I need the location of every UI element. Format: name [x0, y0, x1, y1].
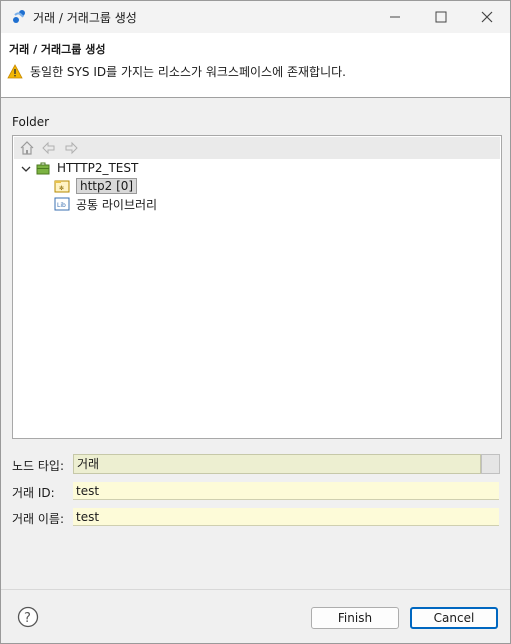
window-title: 거래 / 거래그룹 생성 — [33, 11, 137, 25]
warning-icon — [7, 64, 23, 79]
footer-separator — [1, 589, 510, 590]
help-icon[interactable]: ? — [17, 606, 39, 628]
finish-button[interactable]: Finish — [311, 607, 399, 629]
dialog-window: 거래 / 거래그룹 생성 거래 / 거래그룹 생성 동일한 SYS ID를 가지… — [0, 0, 511, 644]
trade-id-input[interactable]: test — [73, 482, 499, 500]
tree-item-label: HTTTP2_TEST — [57, 161, 139, 175]
node-type-dropdown-stub — [481, 454, 500, 474]
tree-toolbar — [14, 137, 500, 159]
folder-label: Folder — [12, 115, 50, 129]
tree-item-project[interactable]: HTTTP2_TEST — [35, 159, 138, 177]
library-icon: Lib — [54, 197, 70, 211]
minimize-icon — [390, 16, 400, 18]
trade-name-input[interactable]: test — [73, 508, 499, 526]
close-icon — [481, 11, 493, 23]
home-icon[interactable] — [19, 140, 35, 156]
forward-arrow-icon[interactable] — [63, 140, 79, 156]
back-arrow-icon[interactable] — [41, 140, 57, 156]
svg-text:Lib: Lib — [57, 202, 66, 209]
tree-item-http2[interactable]: ✻ http2 [0] — [54, 177, 138, 195]
minimize-button[interactable] — [372, 1, 418, 33]
tree-item-common-library[interactable]: Lib 공통 라이브러리 — [54, 195, 157, 213]
header-banner: 거래 / 거래그룹 생성 동일한 SYS ID를 가지는 리소스가 워크스페이스… — [1, 33, 510, 98]
folder-icon: ✻ — [54, 180, 70, 193]
chevron-down-icon[interactable] — [20, 163, 32, 175]
title-bar[interactable]: 거래 / 거래그룹 생성 — [1, 1, 510, 33]
trade-id-label: 거래 ID: — [12, 486, 55, 500]
tree-item-label: 공통 라이브러리 — [76, 197, 158, 212]
node-type-field: 거래 — [73, 454, 481, 474]
app-logo-icon — [13, 10, 25, 23]
svg-text:?: ? — [24, 611, 31, 626]
maximize-icon — [435, 11, 447, 23]
close-button[interactable] — [464, 1, 510, 33]
node-type-label: 노드 타입: — [12, 459, 65, 473]
banner-heading: 거래 / 거래그룹 생성 — [9, 43, 106, 56]
trade-name-label: 거래 이름: — [12, 512, 65, 526]
maximize-button[interactable] — [418, 1, 464, 33]
cancel-button[interactable]: Cancel — [410, 607, 498, 629]
banner-message: 동일한 SYS ID를 가지는 리소스가 워크스페이스에 존재합니다. — [30, 65, 346, 79]
svg-text:✻: ✻ — [59, 185, 64, 192]
project-briefcase-icon — [36, 162, 50, 175]
tree-item-label: http2 [0] — [76, 178, 138, 194]
folder-tree[interactable]: HTTTP2_TEST ✻ http2 [0] Lib 공통 라이브러리 — [12, 135, 502, 439]
